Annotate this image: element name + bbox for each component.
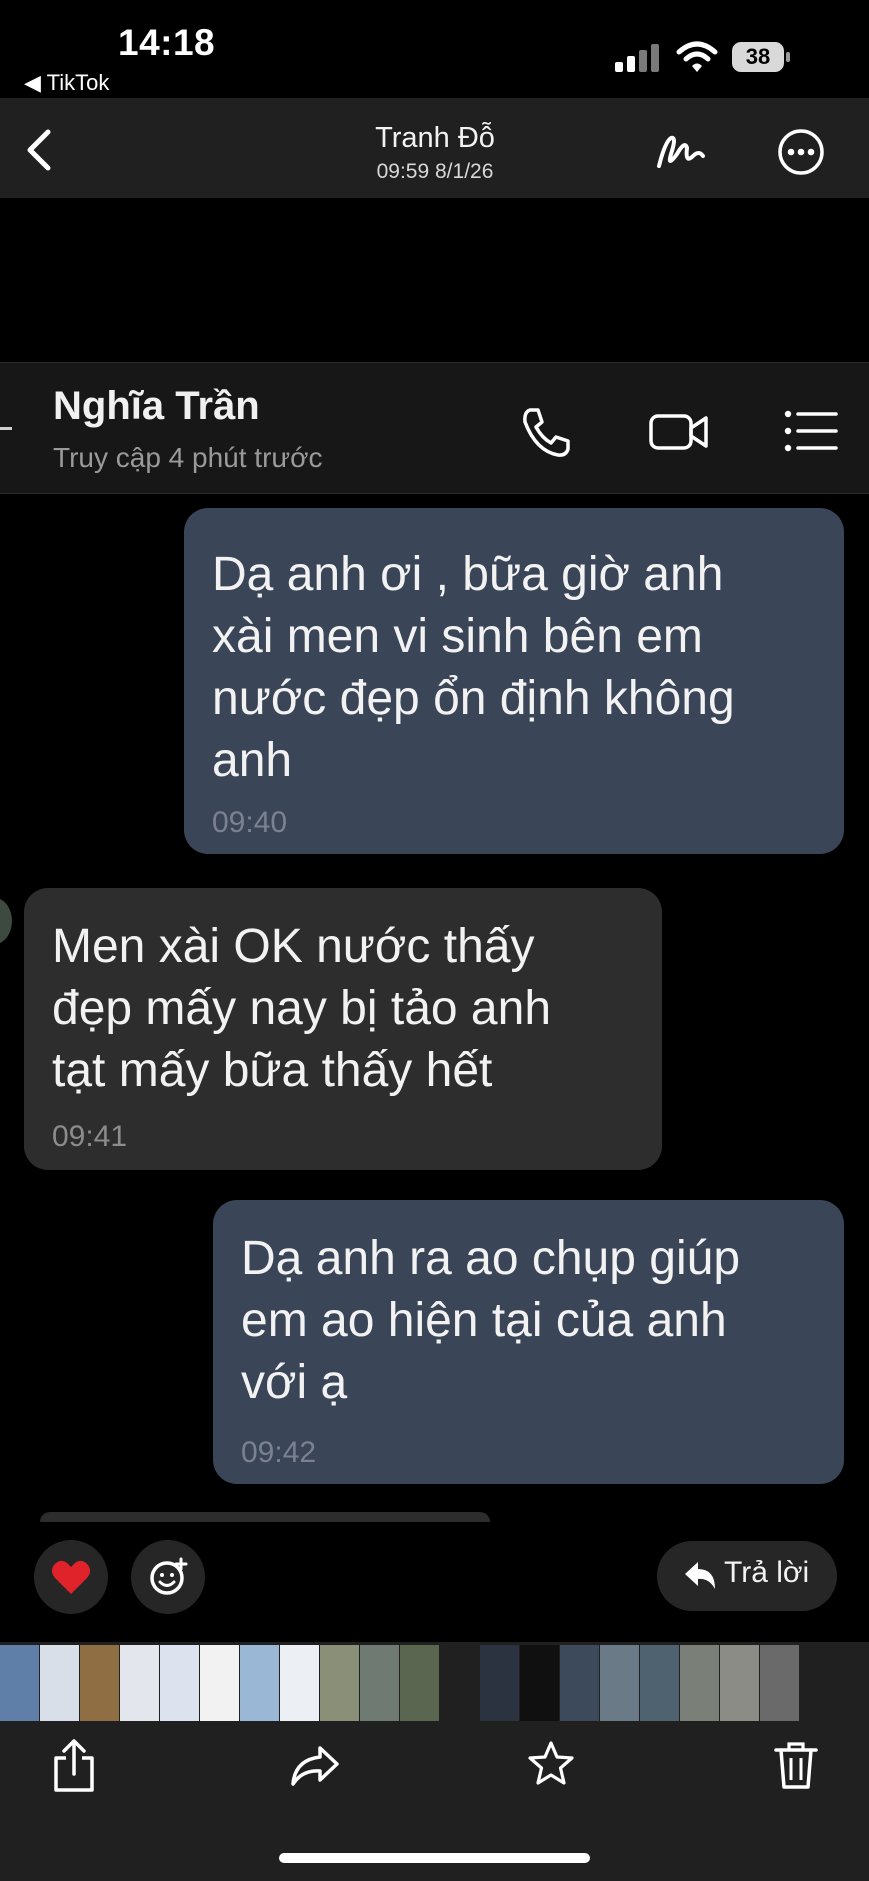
photo-thumbnail[interactable] xyxy=(400,1645,439,1721)
add-reaction-button[interactable] xyxy=(131,1540,205,1614)
photo-thumbnail[interactable] xyxy=(160,1645,199,1721)
photo-thumbnail[interactable] xyxy=(560,1645,599,1721)
message-bubble-outgoing: Dạ anh ra ao chụp giúp em ao hiện tại củ… xyxy=(213,1200,844,1484)
contact-name: Nghĩa Trần xyxy=(53,384,260,428)
back-chevron-icon[interactable] xyxy=(22,128,56,172)
message-text: Men xài OK nước thấy đẹp mấy nay bị tảo … xyxy=(52,920,552,1097)
wifi-icon xyxy=(676,41,718,72)
markup-pen-icon[interactable] xyxy=(655,128,707,176)
photo-thumbnail[interactable] xyxy=(200,1645,239,1721)
photo-thumbnail[interactable] xyxy=(240,1645,279,1721)
message-bubble-outgoing: Dạ anh ơi , bữa giờ anh xài men vi sinh … xyxy=(184,508,844,854)
forward-icon[interactable] xyxy=(290,1744,340,1788)
reply-arrow-icon xyxy=(685,1562,715,1589)
message-bubble-incoming: Men xài OK nước thấy đẹp mấy nay bị tảo … xyxy=(24,888,662,1170)
star-icon[interactable] xyxy=(527,1740,575,1788)
video-call-icon xyxy=(649,414,708,450)
phone-call-icon xyxy=(523,408,570,457)
photo-thumbnail[interactable] xyxy=(760,1645,799,1721)
photo-thumbnail[interactable] xyxy=(640,1645,679,1721)
chat-menu-icon xyxy=(784,410,838,452)
viewer-title: Tranh Đỗ xyxy=(375,122,495,154)
photo-thumbnail[interactable] xyxy=(720,1645,759,1721)
viewer-date: 09:59 8/1/26 xyxy=(376,160,494,183)
battery-level: 38 xyxy=(745,44,771,69)
share-icon[interactable] xyxy=(50,1738,98,1794)
message-bubble-partial xyxy=(40,1512,490,1522)
message-text: Dạ anh ra ao chụp giúp em ao hiện tại củ… xyxy=(241,1232,741,1409)
status-time: 14:18 xyxy=(118,22,216,63)
heart-icon xyxy=(51,1560,91,1594)
chat-back-icon xyxy=(0,427,12,430)
home-indicator xyxy=(279,1853,590,1863)
contact-status: Truy cập 4 phút trước xyxy=(53,442,323,473)
battery-icon: 38 xyxy=(732,42,792,72)
photo-thumbnail[interactable] xyxy=(520,1645,559,1721)
cellular-signal-icon xyxy=(615,44,659,72)
photo-thumbnail[interactable] xyxy=(80,1645,119,1721)
photo-thumbnail[interactable] xyxy=(360,1645,399,1721)
photo-thumbnail[interactable] xyxy=(320,1645,359,1721)
more-options-icon[interactable] xyxy=(777,128,825,176)
trash-icon[interactable] xyxy=(774,1740,818,1790)
message-time: 09:41 xyxy=(52,1120,128,1153)
photo-thumbnail[interactable] xyxy=(480,1645,519,1721)
message-time: 09:42 xyxy=(241,1436,317,1469)
photo-thumbnail[interactable] xyxy=(680,1645,719,1721)
emoji-plus-icon xyxy=(150,1557,188,1595)
heart-reaction-button[interactable] xyxy=(34,1540,108,1614)
message-time: 09:40 xyxy=(212,806,288,839)
photo-thumbnail[interactable] xyxy=(0,1645,39,1721)
thumbnail-strip[interactable] xyxy=(0,1645,869,1721)
photo-thumbnail[interactable] xyxy=(280,1645,319,1721)
message-text: Dạ anh ơi , bữa giờ anh xài men vi sinh … xyxy=(212,548,735,787)
photo-thumbnail[interactable] xyxy=(120,1645,159,1721)
reply-label: Trả lời xyxy=(724,1556,810,1589)
photo-thumbnail[interactable] xyxy=(600,1645,639,1721)
back-to-app-link[interactable]: ◀ TikTok xyxy=(24,70,109,96)
photo-thumbnail[interactable] xyxy=(40,1645,79,1721)
